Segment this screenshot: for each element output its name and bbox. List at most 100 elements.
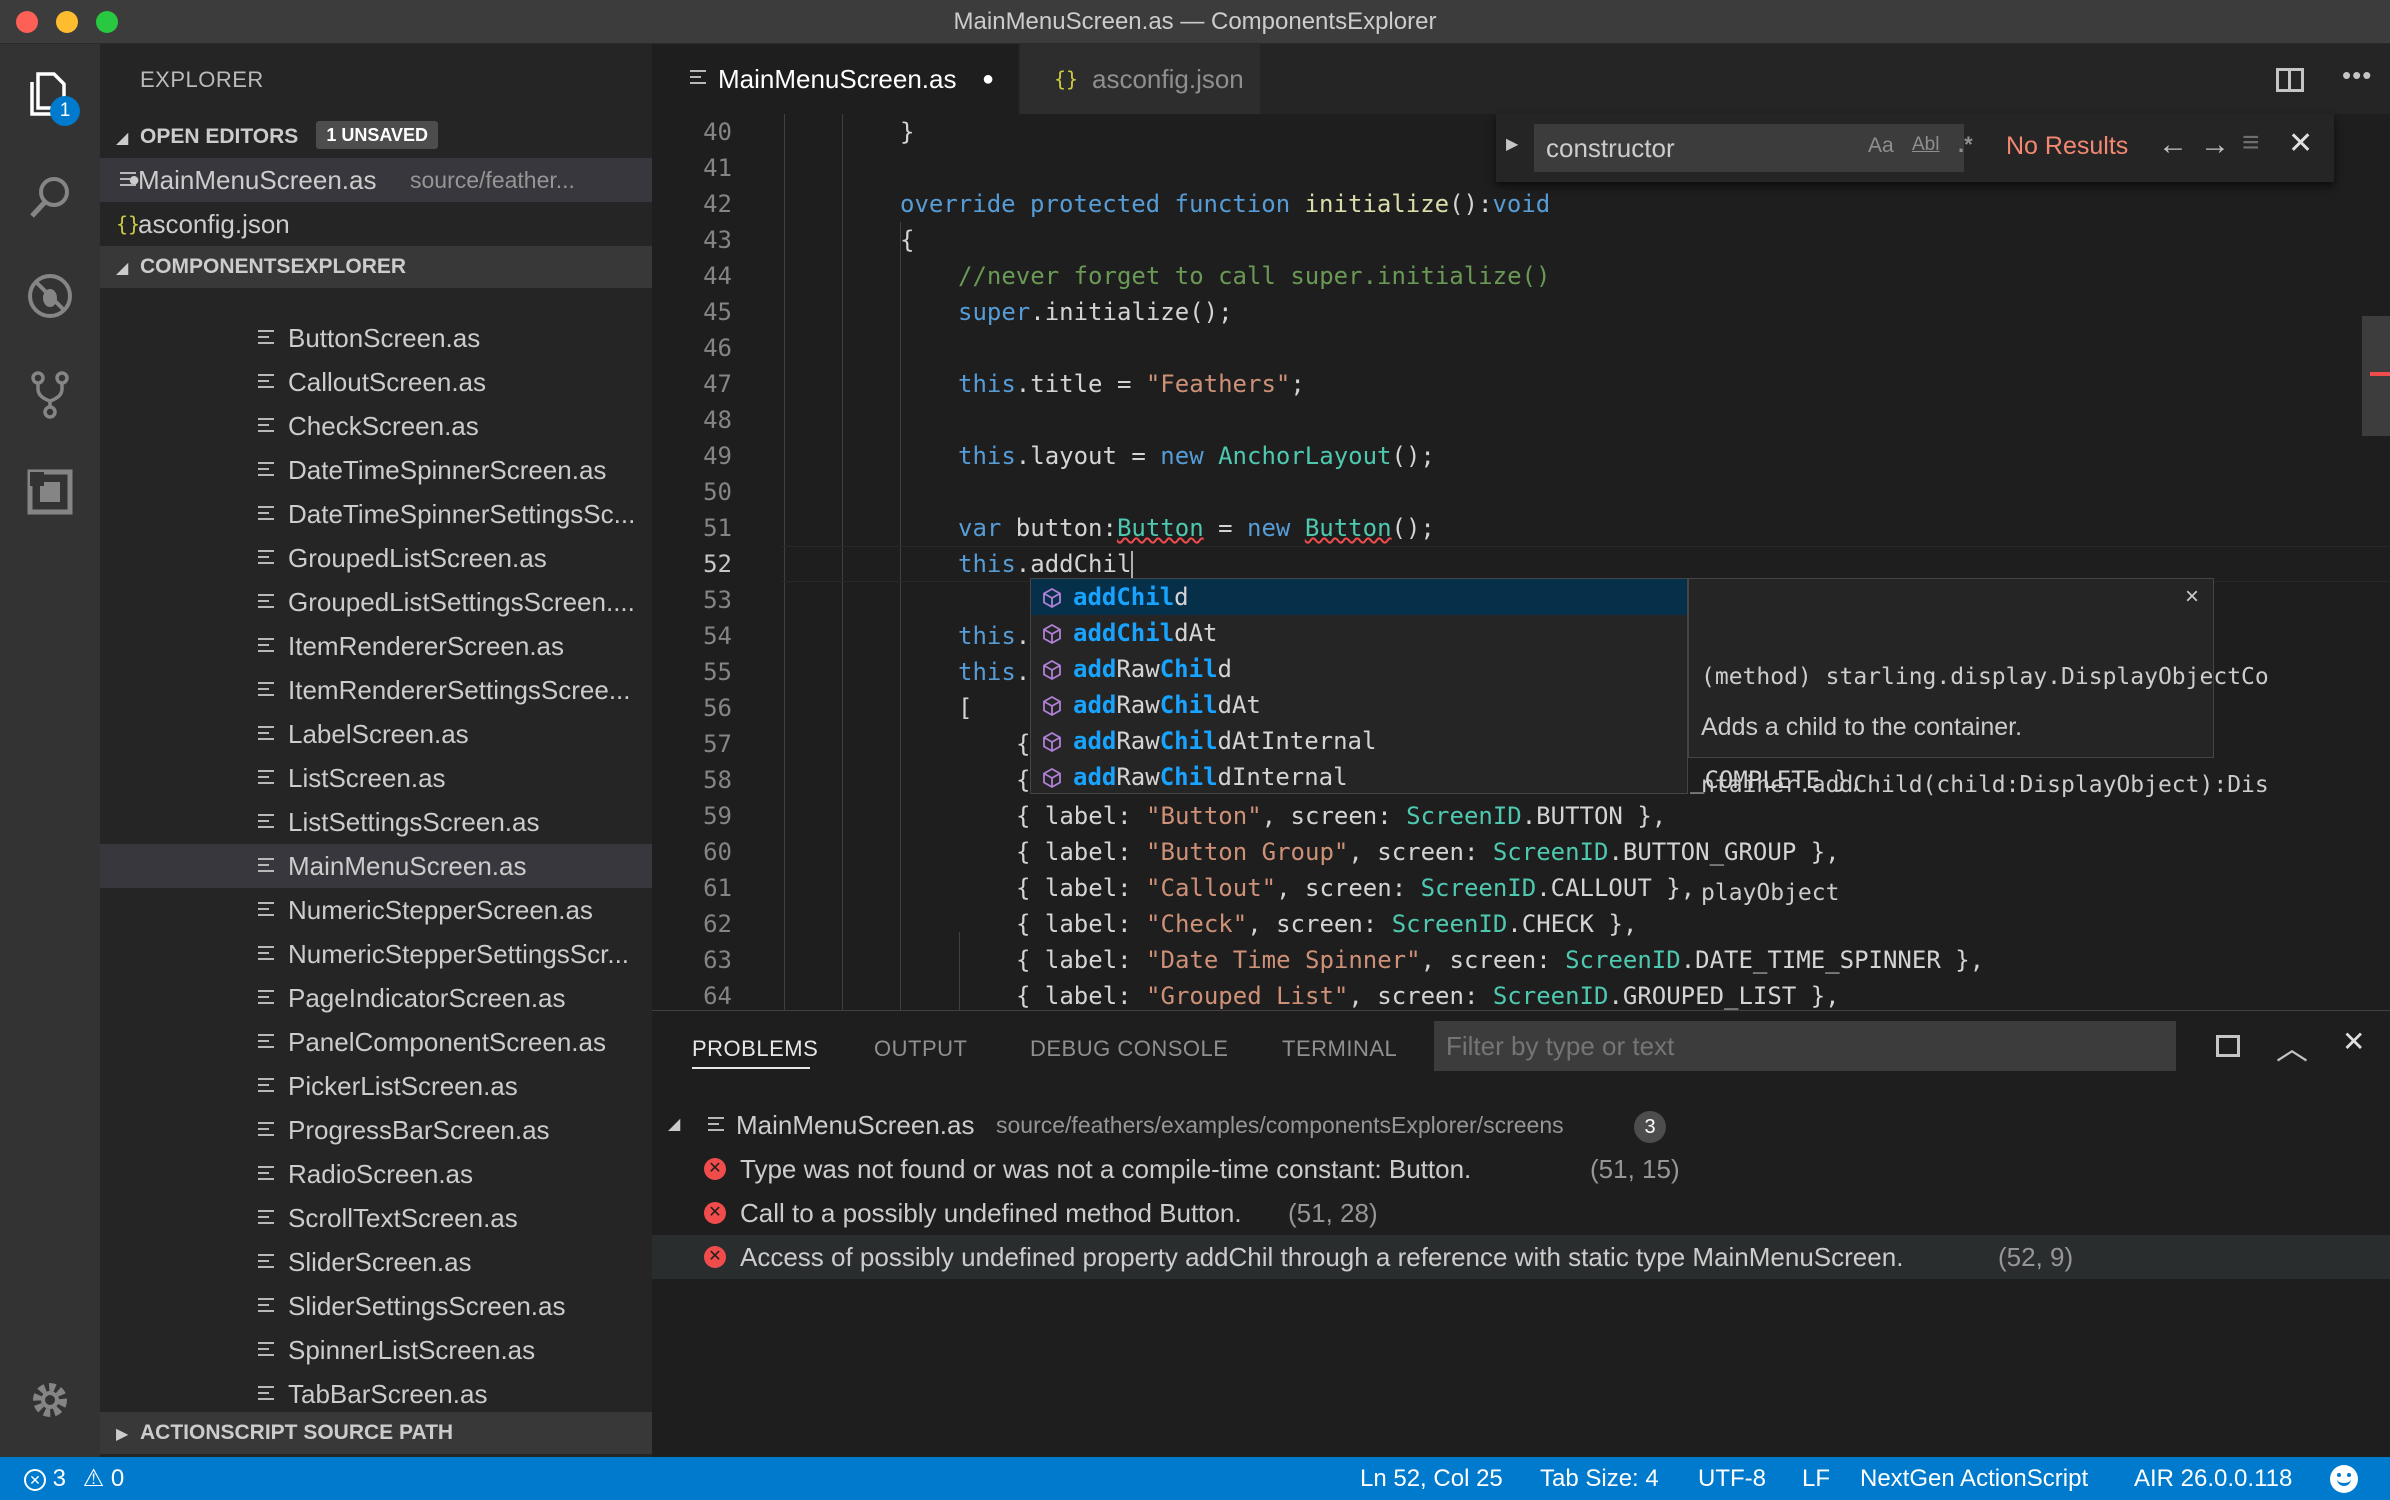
find-input[interactable] [1534,124,1964,172]
problem-item[interactable]: ✕ Call to a possibly undefined method Bu… [652,1191,2390,1235]
close-icon[interactable]: × [2185,583,2199,611]
tab-asconfig[interactable]: {} asconfig.json [1020,44,1260,114]
file-tree-item[interactable]: MainMenuScreen.as [100,844,652,888]
file-tree-item[interactable]: CalloutScreen.as [100,360,652,404]
problems-status[interactable]: ✕ 3 ⚠ 0 [24,1457,124,1500]
sdk-version[interactable]: AIR 26.0.0.118 [2134,1457,2292,1500]
arrow-right-icon[interactable]: → [2200,128,2230,162]
explorer-badge: 1 [50,96,80,126]
tab-debug-console[interactable]: DEBUG CONSOLE [1030,1011,1228,1087]
document-lines-icon [258,858,274,876]
problem-position: (51, 28) [1288,1198,1378,1228]
settings-activity-button[interactable] [22,1372,78,1428]
whole-word-button[interactable]: Abl [1912,134,1939,156]
file-tree-item[interactable]: NumericStepperSettingsScr... [100,932,652,976]
file-tree-item[interactable]: DateTimeSpinnerScreen.as [100,448,652,492]
file-tree-item[interactable]: NumericStepperScreen.as [100,888,652,932]
file-tree-item[interactable]: ListSettingsScreen.as [100,800,652,844]
document-lines-icon [258,330,274,348]
file-tree-item[interactable]: ProgressBarScreen.as [100,1108,652,1152]
document-lines-icon [258,1034,274,1052]
file-tree-item[interactable]: SliderScreen.as [100,1240,652,1284]
suggest-description: Adds a child to the container. [1701,713,2023,741]
tab-mainmenuscreen[interactable]: MainMenuScreen.as ● [652,44,1018,114]
source-control-activity-button[interactable] [22,366,78,422]
arrow-left-icon[interactable]: ← [2158,128,2188,162]
suggest-details: (method) starling.display.DisplayObjectC… [1688,578,2269,906]
eol[interactable]: LF [1802,1457,1830,1500]
language-mode[interactable]: NextGen ActionScript [1860,1457,2088,1500]
tab-problems[interactable]: PROBLEMS [692,1011,818,1087]
file-tree-item[interactable]: ListScreen.as [100,756,652,800]
regex-button[interactable]: .* [1958,132,1973,158]
problem-message: Access of possibly undefined property ad… [740,1242,1904,1272]
close-icon[interactable]: ✕ [2288,126,2313,161]
file-tree-item[interactable]: GroupedListSettingsScreen.... [100,580,652,624]
document-lines-icon [258,462,274,480]
open-editor-item-asconfig[interactable]: {} asconfig.json [100,202,652,246]
method-cube-icon [1043,659,1061,681]
encoding[interactable]: UTF-8 [1698,1457,1766,1500]
problem-item[interactable]: ✕ Type was not found or was not a compil… [652,1147,2390,1191]
suggestion-item[interactable]: addRawChild [1031,651,1687,687]
match-case-button[interactable]: Aa [1868,134,1894,158]
file-tree-item[interactable]: CheckScreen.as [100,404,652,448]
explorer-sidebar: EXPLORER ◢ OPEN EDITORS 1 UNSAVED ● MainMe… [100,44,652,1457]
file-tree-item[interactable]: SpinnerListScreen.as [100,1328,652,1372]
open-editors-header[interactable]: ◢ OPEN EDITORS 1 UNSAVED [100,116,652,158]
file-name: PickerListScreen.as [288,1071,518,1101]
problems-filter-input[interactable] [1434,1021,2176,1071]
file-tree-item[interactable]: SliderSettingsScreen.as [100,1284,652,1328]
debug-activity-button[interactable] [22,268,78,324]
editor-scrollbar-thumb[interactable] [2362,316,2390,436]
find-result-count: No Results [2006,132,2129,160]
tab-output[interactable]: OUTPUT [874,1011,967,1087]
code-line: 52 this.addChil [703,550,1134,579]
open-editor-item-mainmenuscreen[interactable]: ● MainMenuScreen.as source/feather... [100,158,652,202]
problem-item[interactable]: ✕ Access of possibly undefined property … [652,1235,2390,1279]
chevron-up-icon[interactable]: ︿ [2276,1023,2308,1069]
project-header[interactable]: ◢ COMPONENTSEXPLORER [100,246,652,288]
file-tree-item[interactable]: PanelComponentScreen.as [100,1020,652,1064]
file-tree-item[interactable]: ItemRendererScreen.as [100,624,652,668]
file-tree-item[interactable]: LabelScreen.as [100,712,652,756]
suggestion-item[interactable]: addChild [1031,579,1687,615]
file-name: ListSettingsScreen.as [288,807,540,837]
file-tree-item[interactable]: ScrollTextScreen.as [100,1196,652,1240]
file-name: DateTimeSpinnerSettingsSc... [288,499,636,529]
problem-file-row[interactable]: ◢ MainMenuScreen.as source/feathers/exam… [652,1103,2390,1147]
file-tree-item[interactable]: DateTimeSpinnerSettingsSc... [100,492,652,536]
smiley-feedback-icon[interactable] [2330,1465,2358,1493]
cursor-position[interactable]: Ln 52, Col 25 [1360,1457,1503,1500]
code-line: 42 override protected function initialize… [703,190,1551,218]
problem-message: Call to a possibly undefined method Butt… [740,1198,1242,1228]
suggestion-item[interactable]: addRawChildInternal [1031,759,1687,795]
toggle-replace-icon[interactable]: ▶ [1506,134,1518,154]
close-icon[interactable]: ✕ [2342,1025,2365,1058]
suggestion-item[interactable]: addRawChildAtInternal [1031,723,1687,759]
file-tree-item[interactable]: ButtonScreen.as [100,328,652,360]
problem-message: Type was not found or was not a compile-… [740,1154,1472,1184]
more-actions-icon[interactable]: ••• [2342,60,2372,91]
file-tree-item[interactable]: GroupedListScreen.as [100,536,652,580]
debug-icon [28,274,72,318]
code-line: 51 var button:Button = new Button(); [703,514,1435,542]
file-tree-item[interactable]: TabBarScreen.as [100,1372,652,1416]
suggestion-item[interactable]: addRawChildAt [1031,687,1687,723]
file-tree-item[interactable]: PickerListScreen.as [100,1064,652,1108]
tab-size[interactable]: Tab Size: 4 [1540,1457,1659,1500]
find-in-selection-icon[interactable]: ≡ [2242,126,2260,160]
suggestion-item[interactable]: addChildAt [1031,615,1687,651]
file-tree-item[interactable]: ItemRendererSettingsScree... [100,668,652,712]
code-line: 47 this.title = "Feathers"; [703,370,1305,398]
split-editor-icon[interactable] [2276,68,2304,92]
extensions-activity-button[interactable] [22,464,78,520]
dirty-dot-icon[interactable]: ● [982,44,994,114]
source-path-header[interactable]: ▶ ACTIONSCRIPT SOURCE PATH [100,1412,652,1454]
file-tree-item[interactable]: RadioScreen.as [100,1152,652,1196]
tab-terminal[interactable]: TERMINAL [1282,1011,1397,1087]
error-icon: ✕ [704,1202,726,1224]
collapse-all-icon[interactable] [2216,1035,2240,1057]
search-activity-button[interactable] [22,170,78,226]
file-tree-item[interactable]: PageIndicatorScreen.as [100,976,652,1020]
